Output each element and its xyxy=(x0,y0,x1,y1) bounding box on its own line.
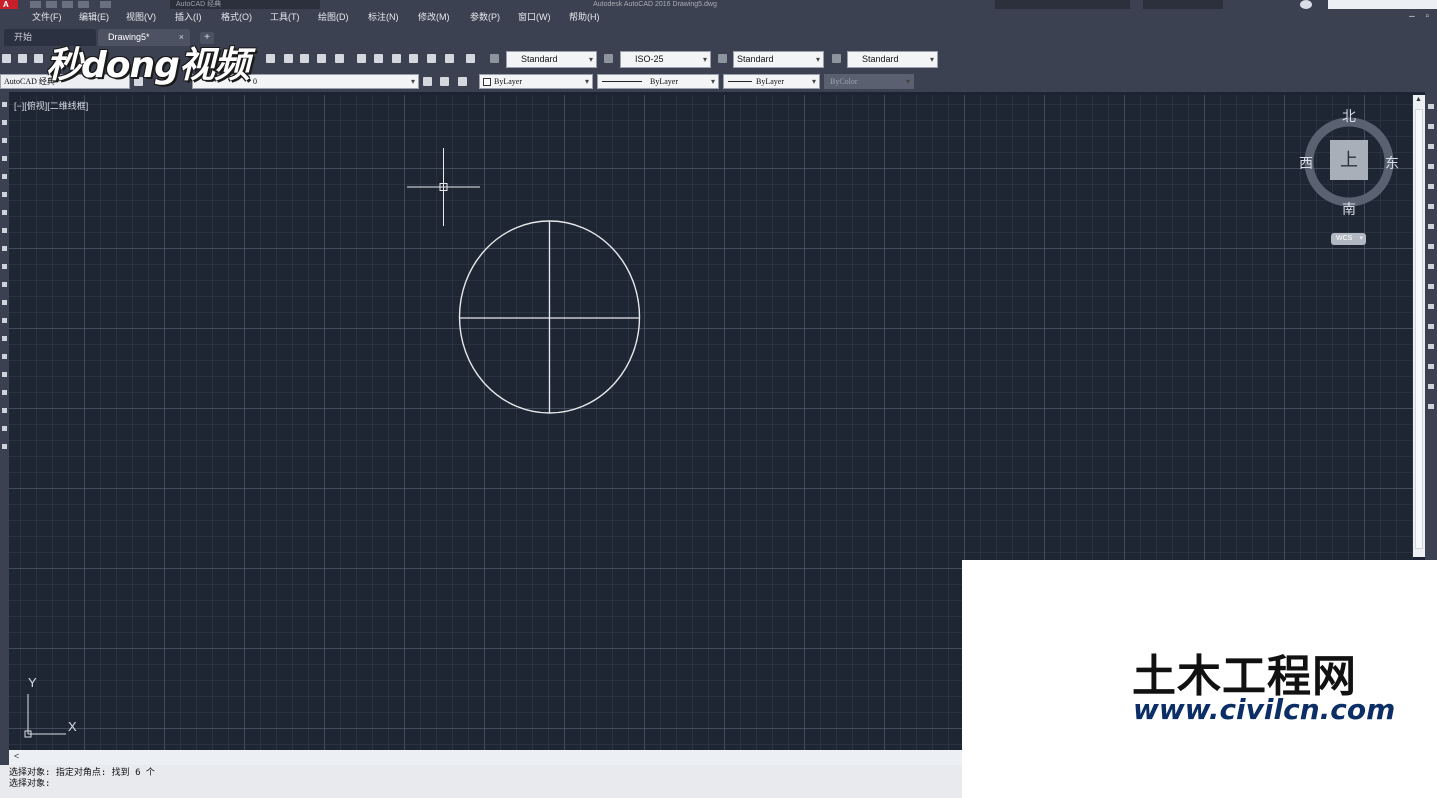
ucs-y-label: Y xyxy=(28,675,37,690)
break-icon[interactable] xyxy=(1428,324,1434,329)
polyline-icon[interactable] xyxy=(2,138,7,143)
mtext-icon[interactable] xyxy=(2,426,7,431)
move-icon[interactable] xyxy=(1428,204,1434,209)
insert-block-icon[interactable] xyxy=(2,300,7,305)
arc-icon[interactable] xyxy=(2,192,7,197)
explode-icon[interactable] xyxy=(1428,404,1434,409)
viewcube-east[interactable]: 东 xyxy=(1385,153,1399,173)
horizontal-scrollbar[interactable]: < xyxy=(9,750,962,765)
rectangle-icon[interactable] xyxy=(2,174,7,179)
rotate-icon[interactable] xyxy=(1428,224,1434,229)
viewcube-west[interactable]: 西 xyxy=(1299,153,1313,173)
wcs-label: WCS xyxy=(1336,235,1353,242)
viewcube-top-face[interactable]: 上 xyxy=(1330,140,1368,180)
command-history-line: 选择对象: 指定对角点: 找到 6 个 xyxy=(9,768,155,778)
right-toolbar-modify xyxy=(1425,92,1437,572)
scroll-left-icon[interactable]: < xyxy=(14,751,19,761)
ucs-icon xyxy=(24,694,66,738)
crosshair-cursor xyxy=(407,148,480,226)
copy-icon[interactable] xyxy=(1428,124,1434,129)
ucs-x-label: X xyxy=(68,719,77,734)
circle-tool-icon[interactable] xyxy=(2,210,7,215)
wcs-menu[interactable]: WCS ▾ xyxy=(1331,233,1366,245)
polygon-icon[interactable] xyxy=(2,156,7,161)
add-selected-icon[interactable] xyxy=(2,444,7,449)
fillet-icon[interactable] xyxy=(1428,384,1434,389)
brand-watermark: 土木工程网 www.civilcn.com xyxy=(962,560,1437,798)
line-tool-icon[interactable] xyxy=(2,102,7,107)
chevron-down-icon: ▾ xyxy=(1359,235,1363,242)
viewcube-south[interactable]: 南 xyxy=(1342,199,1356,219)
vertical-scroll-thumb[interactable] xyxy=(1415,109,1423,549)
revcloud-icon[interactable] xyxy=(2,228,7,233)
scale-icon[interactable] xyxy=(1428,244,1434,249)
hatch-icon[interactable] xyxy=(2,354,7,359)
array-icon[interactable] xyxy=(1428,184,1434,189)
brand-url: www.civilcn.com xyxy=(1133,693,1396,726)
table-icon[interactable] xyxy=(2,408,7,413)
vertical-scrollbar[interactable]: ▲ xyxy=(1413,95,1425,557)
chamfer-icon[interactable] xyxy=(1428,364,1434,369)
offset-icon[interactable] xyxy=(1428,164,1434,169)
mirror-icon[interactable] xyxy=(1428,144,1434,149)
scroll-up-icon[interactable]: ▲ xyxy=(1415,96,1422,103)
construction-line-icon[interactable] xyxy=(2,120,7,125)
autocad-window: A AutoCAD 经典 Autodesk AutoCAD 2016 Drawi… xyxy=(0,0,1437,798)
region-icon[interactable] xyxy=(2,390,7,395)
ellipse-icon[interactable] xyxy=(2,264,7,269)
gradient-icon[interactable] xyxy=(2,372,7,377)
command-prompt[interactable]: 选择对象: xyxy=(9,779,50,790)
left-toolbar-draw xyxy=(0,92,9,772)
make-block-icon[interactable] xyxy=(2,318,7,323)
point-icon[interactable] xyxy=(2,336,7,341)
join-icon[interactable] xyxy=(1428,344,1434,349)
spline-icon[interactable] xyxy=(2,246,7,251)
ellipse-arc-icon[interactable] xyxy=(2,282,7,287)
extend-icon[interactable] xyxy=(1428,304,1434,309)
viewcube-north[interactable]: 北 xyxy=(1342,106,1356,126)
command-line[interactable]: 选择对象: 指定对角点: 找到 6 个 选择对象: xyxy=(0,765,962,798)
erase-icon[interactable] xyxy=(1428,104,1434,109)
stretch-icon[interactable] xyxy=(1428,264,1434,269)
trim-icon[interactable] xyxy=(1428,284,1434,289)
